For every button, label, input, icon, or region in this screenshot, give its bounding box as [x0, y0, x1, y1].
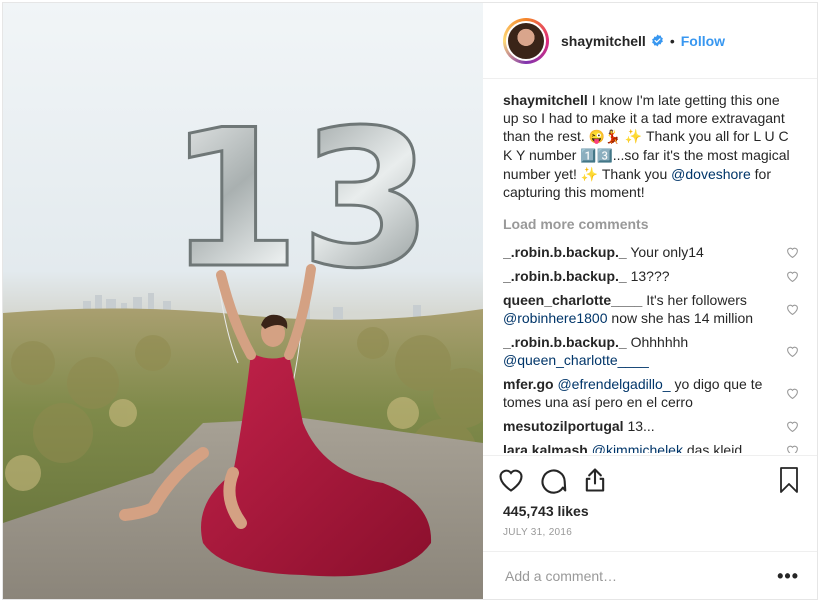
- verified-badge-icon: [651, 34, 663, 47]
- comment-username[interactable]: lara.kalmash: [503, 442, 588, 453]
- photo-illustration: 13: [3, 3, 483, 599]
- comment-username[interactable]: queen_charlotte____: [503, 292, 642, 308]
- comment-like-heart-icon[interactable]: [786, 444, 799, 453]
- comment-like-heart-icon[interactable]: [786, 345, 799, 357]
- comment-text: 13...: [627, 418, 655, 434]
- comment-text: It's her followers: [646, 292, 747, 308]
- comment-like-heart-icon[interactable]: [786, 387, 799, 399]
- comment-username[interactable]: _.robin.b.backup._: [503, 268, 627, 284]
- post-date[interactable]: JULY 31, 2016: [503, 527, 572, 538]
- comment-mention[interactable]: @kimmichelek: [592, 442, 683, 453]
- caption-mention[interactable]: @doveshore: [671, 166, 751, 182]
- post-header: shaymitchell • Follow: [483, 3, 817, 79]
- comment-like-heart-icon[interactable]: [786, 270, 799, 282]
- separator-dot: •: [669, 32, 675, 49]
- bookmark-icon[interactable]: [777, 466, 801, 494]
- comment-username[interactable]: mfer.go: [503, 376, 554, 392]
- post-photo[interactable]: 13: [3, 3, 483, 599]
- comment-like-heart-icon[interactable]: [786, 420, 799, 432]
- comment-mention[interactable]: @robinhere1800: [503, 310, 608, 326]
- caption-emoji-2: 💃: [604, 129, 621, 144]
- comment-mention[interactable]: @queen_charlotte____: [503, 352, 649, 368]
- comment-item: queen_charlotte____ It's her followers @…: [503, 291, 799, 327]
- share-icon[interactable]: [581, 466, 609, 494]
- post-side-panel: shaymitchell • Follow shaymitchell I kno…: [483, 3, 817, 599]
- comment-item: lara.kalmash @kimmichelek das kleid: [503, 441, 799, 453]
- caption-emoji-4: 3️⃣: [596, 148, 613, 163]
- comment-like-heart-icon[interactable]: [786, 303, 799, 315]
- caption-emoji-3: 1️⃣: [580, 148, 597, 163]
- follow-button[interactable]: Follow: [681, 33, 725, 49]
- comment-icon[interactable]: [539, 466, 567, 494]
- balloon-number: 13: [168, 89, 432, 310]
- comments-section[interactable]: shaymitchell I know I'm late getting thi…: [503, 91, 799, 453]
- action-bar: [483, 455, 817, 504]
- comment-text: 13???: [630, 268, 670, 284]
- more-icon[interactable]: •••: [777, 566, 799, 587]
- comment-text: now she has 14 million: [611, 310, 754, 326]
- instagram-post: 13 shaymitchell • Follow shaymitchell I …: [2, 2, 818, 600]
- comment-mention[interactable]: @efrendelgadillo_: [557, 376, 670, 392]
- username-link[interactable]: shaymitchell: [561, 33, 646, 49]
- comment-item: _.robin.b.backup._ Your only14: [503, 243, 799, 261]
- comment-text: Ohhhhhh: [630, 334, 689, 350]
- avatar-image: [506, 20, 546, 61]
- comment-item: mesutozilportugal 13...: [503, 417, 799, 435]
- avatar[interactable]: [503, 17, 549, 64]
- comment-username[interactable]: _.robin.b.backup._: [503, 334, 627, 350]
- comment-item: mfer.go @efrendelgadillo_ yo digo que te…: [503, 375, 799, 411]
- comment-item: _.robin.b.backup._ 13???: [503, 267, 799, 285]
- comment-like-heart-icon[interactable]: [786, 246, 799, 258]
- comment-item: _.robin.b.backup._ Ohhhhhh @queen_charlo…: [503, 333, 799, 369]
- caption-username[interactable]: shaymitchell: [503, 92, 588, 108]
- post-caption: shaymitchell I know I'm late getting thi…: [503, 91, 799, 201]
- caption-emoji-1: 😜: [588, 129, 605, 144]
- add-comment-bar: •••: [483, 551, 817, 600]
- comment-username[interactable]: _.robin.b.backup._: [503, 244, 627, 260]
- add-comment-input[interactable]: [503, 567, 778, 585]
- comment-text: das kleid: [686, 442, 743, 453]
- load-more-comments-button[interactable]: Load more comments: [503, 215, 799, 233]
- heart-icon[interactable]: [497, 466, 525, 494]
- comment-username[interactable]: mesutozilportugal: [503, 418, 624, 434]
- likes-count[interactable]: 445,743 likes: [503, 503, 589, 519]
- comment-text: Your only14: [630, 244, 704, 260]
